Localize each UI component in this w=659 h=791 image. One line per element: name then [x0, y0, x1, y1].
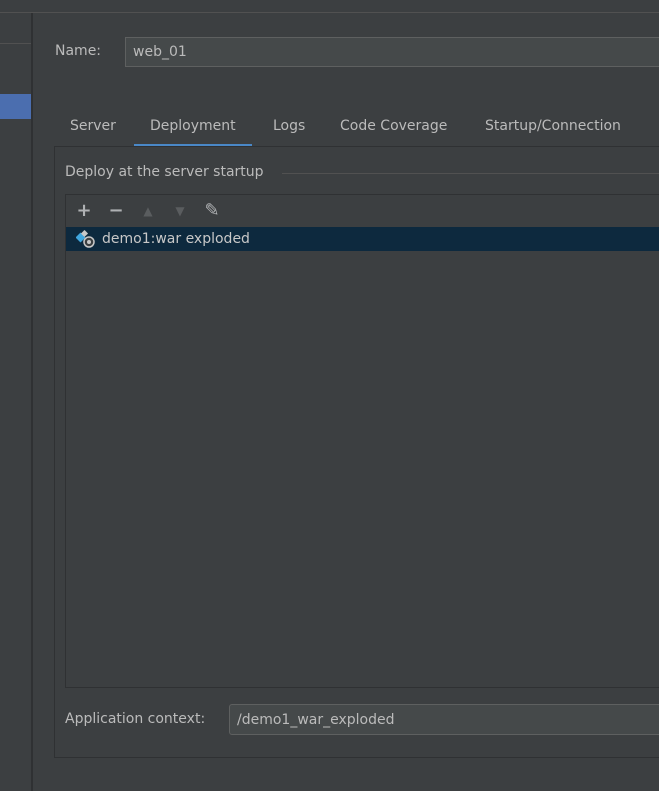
- splitter[interactable]: [31, 13, 33, 791]
- tab-logs[interactable]: Logs: [257, 117, 321, 147]
- tree-divider: [0, 43, 31, 44]
- tab-startup-connection[interactable]: Startup/Connection: [469, 117, 637, 147]
- tab-server[interactable]: Server: [54, 117, 132, 147]
- list-item[interactable]: demo1:war exploded: [66, 227, 659, 251]
- deployment-list[interactable]: + − ▲ ▼ ✎ demo1:war exploded: [65, 194, 659, 688]
- list-item-label: demo1:war exploded: [102, 231, 250, 247]
- tree-selected-item[interactable]: [0, 94, 31, 119]
- name-input[interactable]: [125, 37, 659, 67]
- add-icon[interactable]: +: [74, 200, 94, 221]
- remove-icon[interactable]: −: [106, 200, 126, 221]
- artifact-web-icon: [76, 230, 95, 248]
- list-toolbar: + − ▲ ▼ ✎: [66, 195, 659, 226]
- edit-icon[interactable]: ✎: [202, 200, 222, 221]
- application-context-label: Application context:: [65, 711, 206, 727]
- move-down-icon[interactable]: ▼: [170, 201, 190, 221]
- move-up-icon[interactable]: ▲: [138, 201, 158, 221]
- group-separator: [282, 173, 659, 174]
- top-divider: [0, 12, 659, 13]
- application-context-input[interactable]: [229, 704, 659, 735]
- group-label: Deploy at the server startup: [65, 164, 264, 180]
- name-label: Name:: [55, 43, 102, 59]
- tab-deployment[interactable]: Deployment: [134, 117, 252, 147]
- config-tree-panel: [0, 13, 32, 791]
- tab-code-coverage[interactable]: Code Coverage: [324, 117, 463, 147]
